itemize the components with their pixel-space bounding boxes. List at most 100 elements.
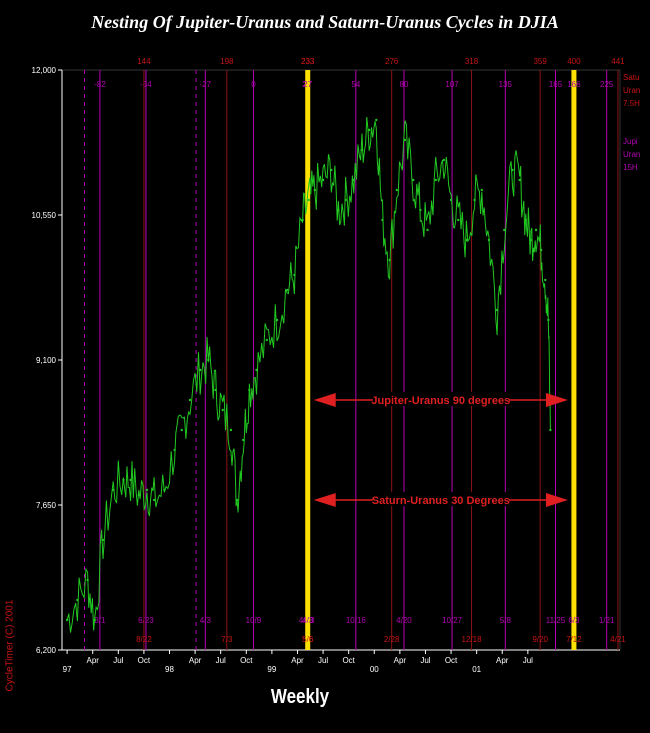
x-tick-label: 01 bbox=[472, 665, 481, 674]
price-data-point bbox=[411, 178, 415, 182]
price-data-point bbox=[529, 238, 533, 242]
price-data-point bbox=[307, 198, 310, 202]
legend-label: Uran bbox=[623, 86, 640, 95]
price-data-point bbox=[207, 358, 210, 362]
cycle-top-label: 359 bbox=[533, 57, 547, 66]
x-tick-label: Apr bbox=[394, 656, 407, 665]
cycle-top-label: 135 bbox=[499, 80, 513, 89]
price-data-point bbox=[381, 218, 384, 222]
cycle-bottom-label: 3/1 bbox=[94, 616, 106, 625]
price-data-point bbox=[137, 493, 140, 497]
highlight-purple-label: 27 bbox=[303, 80, 312, 89]
highlight-bottom-red-label: 7/12 bbox=[566, 635, 582, 644]
price-data-point bbox=[534, 228, 538, 232]
price-data-point bbox=[293, 273, 296, 277]
annotation-arrow-left-head bbox=[313, 393, 336, 407]
price-data-point bbox=[255, 368, 258, 372]
cycle-bottom-label: 6/23 bbox=[138, 616, 154, 625]
cycle-bottom-label: 4/21 bbox=[610, 635, 626, 644]
price-data-point bbox=[152, 498, 156, 502]
price-data-point bbox=[419, 208, 422, 212]
price-data-point bbox=[76, 598, 79, 602]
price-data-point bbox=[473, 198, 476, 202]
highlight-bottom-label: 4/3 bbox=[302, 616, 314, 625]
price-data-point bbox=[434, 178, 437, 182]
price-data-point bbox=[539, 248, 543, 252]
price-data-point bbox=[403, 138, 407, 142]
price-data-point bbox=[86, 578, 89, 582]
price-data-point bbox=[248, 388, 251, 392]
price-data-point bbox=[188, 398, 192, 402]
price-data-point bbox=[265, 338, 268, 342]
price-data-point bbox=[214, 388, 217, 392]
price-data-point bbox=[544, 278, 547, 282]
cycle-bottom-label: 8/22 bbox=[136, 635, 152, 644]
price-data-point bbox=[163, 488, 166, 492]
cycle-top-label: 165 bbox=[549, 80, 563, 89]
legend-label: Uran bbox=[623, 150, 640, 159]
x-tick-label: Apr bbox=[189, 656, 202, 665]
price-data-point bbox=[65, 618, 69, 622]
price-data-point bbox=[129, 478, 132, 482]
price-data-point bbox=[426, 228, 429, 232]
cycle-bottom-label: 5/8 bbox=[500, 616, 512, 625]
highlight-top-label: 233 bbox=[301, 57, 315, 66]
price-data-point bbox=[465, 238, 468, 242]
highlight-purple-label: 166 bbox=[567, 80, 581, 89]
x-tick-label: 00 bbox=[370, 665, 379, 674]
price-data-point bbox=[442, 158, 446, 162]
x-tick-label: Jul bbox=[216, 656, 226, 665]
x-tick-label: Oct bbox=[445, 656, 458, 665]
price-data-point bbox=[301, 218, 304, 222]
x-tick-label: Jul bbox=[420, 656, 430, 665]
annotation-arrow-right-head bbox=[545, 393, 568, 407]
y-tick-label: 9,100 bbox=[36, 356, 57, 365]
x-tick-label: Jul bbox=[113, 656, 123, 665]
x-tick-label: 98 bbox=[165, 665, 174, 674]
cycle-bottom-label: 1/21 bbox=[599, 616, 615, 625]
annotation-label: Jupiter-Uranus 90 degrees bbox=[371, 395, 510, 407]
cycle-top-label: 441 bbox=[611, 57, 625, 66]
cycle-bottom-label: 12/18 bbox=[462, 635, 483, 644]
x-tick-label: Jul bbox=[523, 656, 533, 665]
price-data-point bbox=[549, 428, 552, 432]
cycle-top-label: 225 bbox=[600, 80, 614, 89]
price-data-point bbox=[388, 258, 391, 262]
x-tick-label: 99 bbox=[267, 665, 276, 674]
price-data-point bbox=[503, 228, 506, 232]
price-data-point bbox=[547, 318, 550, 322]
cycle-bottom-label: 4/20 bbox=[396, 616, 412, 625]
cycle-top-label: 318 bbox=[465, 57, 479, 66]
price-data-point bbox=[235, 498, 239, 502]
price-data-point bbox=[173, 448, 176, 452]
y-tick-label: 7,650 bbox=[36, 501, 57, 510]
cycle-top-label: -27 bbox=[200, 80, 212, 89]
cycle-top-label: 54 bbox=[351, 80, 360, 89]
x-axis-label: Weekly bbox=[270, 686, 330, 708]
price-data-point bbox=[313, 188, 317, 192]
price-data-point bbox=[93, 618, 96, 622]
cycle-top-label: 80 bbox=[400, 80, 409, 89]
x-tick-label: Oct bbox=[138, 656, 151, 665]
cycle-bottom-label: 11/25 bbox=[546, 616, 566, 625]
y-tick-label: 6,200 bbox=[36, 646, 57, 655]
price-data-point bbox=[101, 538, 105, 542]
annotation-label: Saturn-Uranus 30 Degrees bbox=[372, 495, 510, 507]
price-data-point bbox=[524, 218, 528, 222]
cycle-top-label: 198 bbox=[220, 57, 234, 66]
cycle-bottom-label: 10/16 bbox=[346, 616, 367, 625]
price-data-point bbox=[367, 128, 371, 132]
legend-label: 7.5H bbox=[623, 99, 640, 108]
price-data-point bbox=[180, 428, 183, 432]
cycle-bottom-label: 2/28 bbox=[384, 635, 400, 644]
price-data-point bbox=[242, 438, 245, 442]
highlight-top-label: 400 bbox=[567, 57, 581, 66]
price-data-point bbox=[330, 168, 333, 172]
legend-label: Satu bbox=[623, 73, 639, 82]
price-data-point bbox=[518, 178, 521, 182]
price-data-point bbox=[480, 188, 483, 192]
cycle-top-label: 107 bbox=[445, 80, 459, 89]
annotation-arrow-right-head bbox=[545, 493, 568, 507]
copyright-text: CycleTimer (C) 2001 bbox=[4, 599, 16, 692]
price-data-point bbox=[457, 218, 460, 222]
